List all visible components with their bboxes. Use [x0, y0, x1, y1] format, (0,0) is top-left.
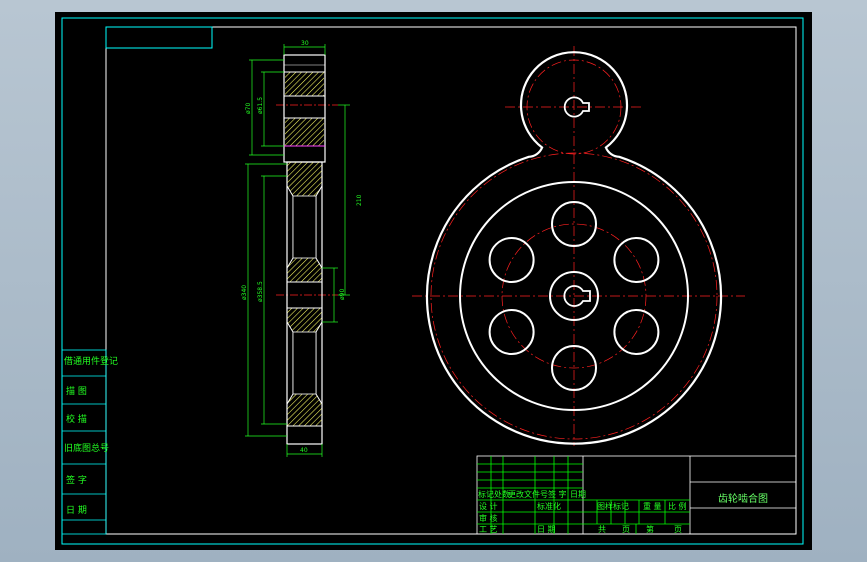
tb-label-weight: 重 量	[643, 501, 662, 511]
drawing-title: 齿轮啮合图	[718, 492, 768, 505]
tb-label-design: 设 计	[479, 501, 498, 511]
tb-label-sheet-no: 第	[646, 524, 654, 534]
dim-bottom-width: 40	[300, 447, 308, 454]
tb-label-date: 日期	[570, 490, 586, 499]
pinion-upper-hatch	[285, 72, 324, 96]
side-panel-row-6: 日 期	[66, 505, 87, 516]
tb-label-standard: 标准化	[537, 501, 561, 511]
dim-gear-outer: ø340	[241, 285, 248, 300]
tb-label-sheet-total-unit: 页	[622, 525, 630, 534]
tb-label-scale: 比 例	[668, 501, 687, 511]
cad-drawing-canvas: 借通用件登记 描 图 校 描 旧底图总号 签 字 日 期 标记处数 更改文件号 …	[55, 12, 812, 550]
dim-center-distance: 210	[356, 194, 363, 206]
tb-label-sheet-total: 共	[598, 525, 606, 534]
dim-top-width: 30	[301, 40, 309, 47]
pinion-lower-hatch	[285, 118, 324, 146]
side-panel-row-2: 描 图	[66, 385, 87, 397]
side-panel-row-1: 借通用件登记	[64, 355, 118, 367]
tb-label-stage-mark: 图样标记	[597, 501, 629, 511]
dim-gear-pitch: ø358.5	[257, 281, 264, 302]
tb-label-process: 工 艺	[479, 525, 498, 534]
tb-label-signature: 签 字	[548, 489, 567, 499]
dim-pinion-outer: ø70	[245, 103, 252, 114]
side-panel-row-4: 旧底图总号	[64, 442, 109, 454]
tb-label-change-doc: 更改文件号	[508, 489, 548, 499]
tb-label-date-2: 日 期	[537, 525, 556, 534]
tb-label-review: 审 核	[479, 513, 498, 523]
dim-pinion-pitch: ø61.5	[257, 97, 264, 114]
tb-label-sheet-no-unit: 页	[674, 525, 682, 534]
dim-hub: ø90	[339, 289, 346, 300]
side-panel-row-5: 签 字	[66, 474, 87, 486]
drawing-sheet	[55, 12, 812, 550]
tb-label-revision-count: 标记处数	[478, 489, 510, 499]
side-panel-row-3: 校 描	[66, 413, 87, 425]
